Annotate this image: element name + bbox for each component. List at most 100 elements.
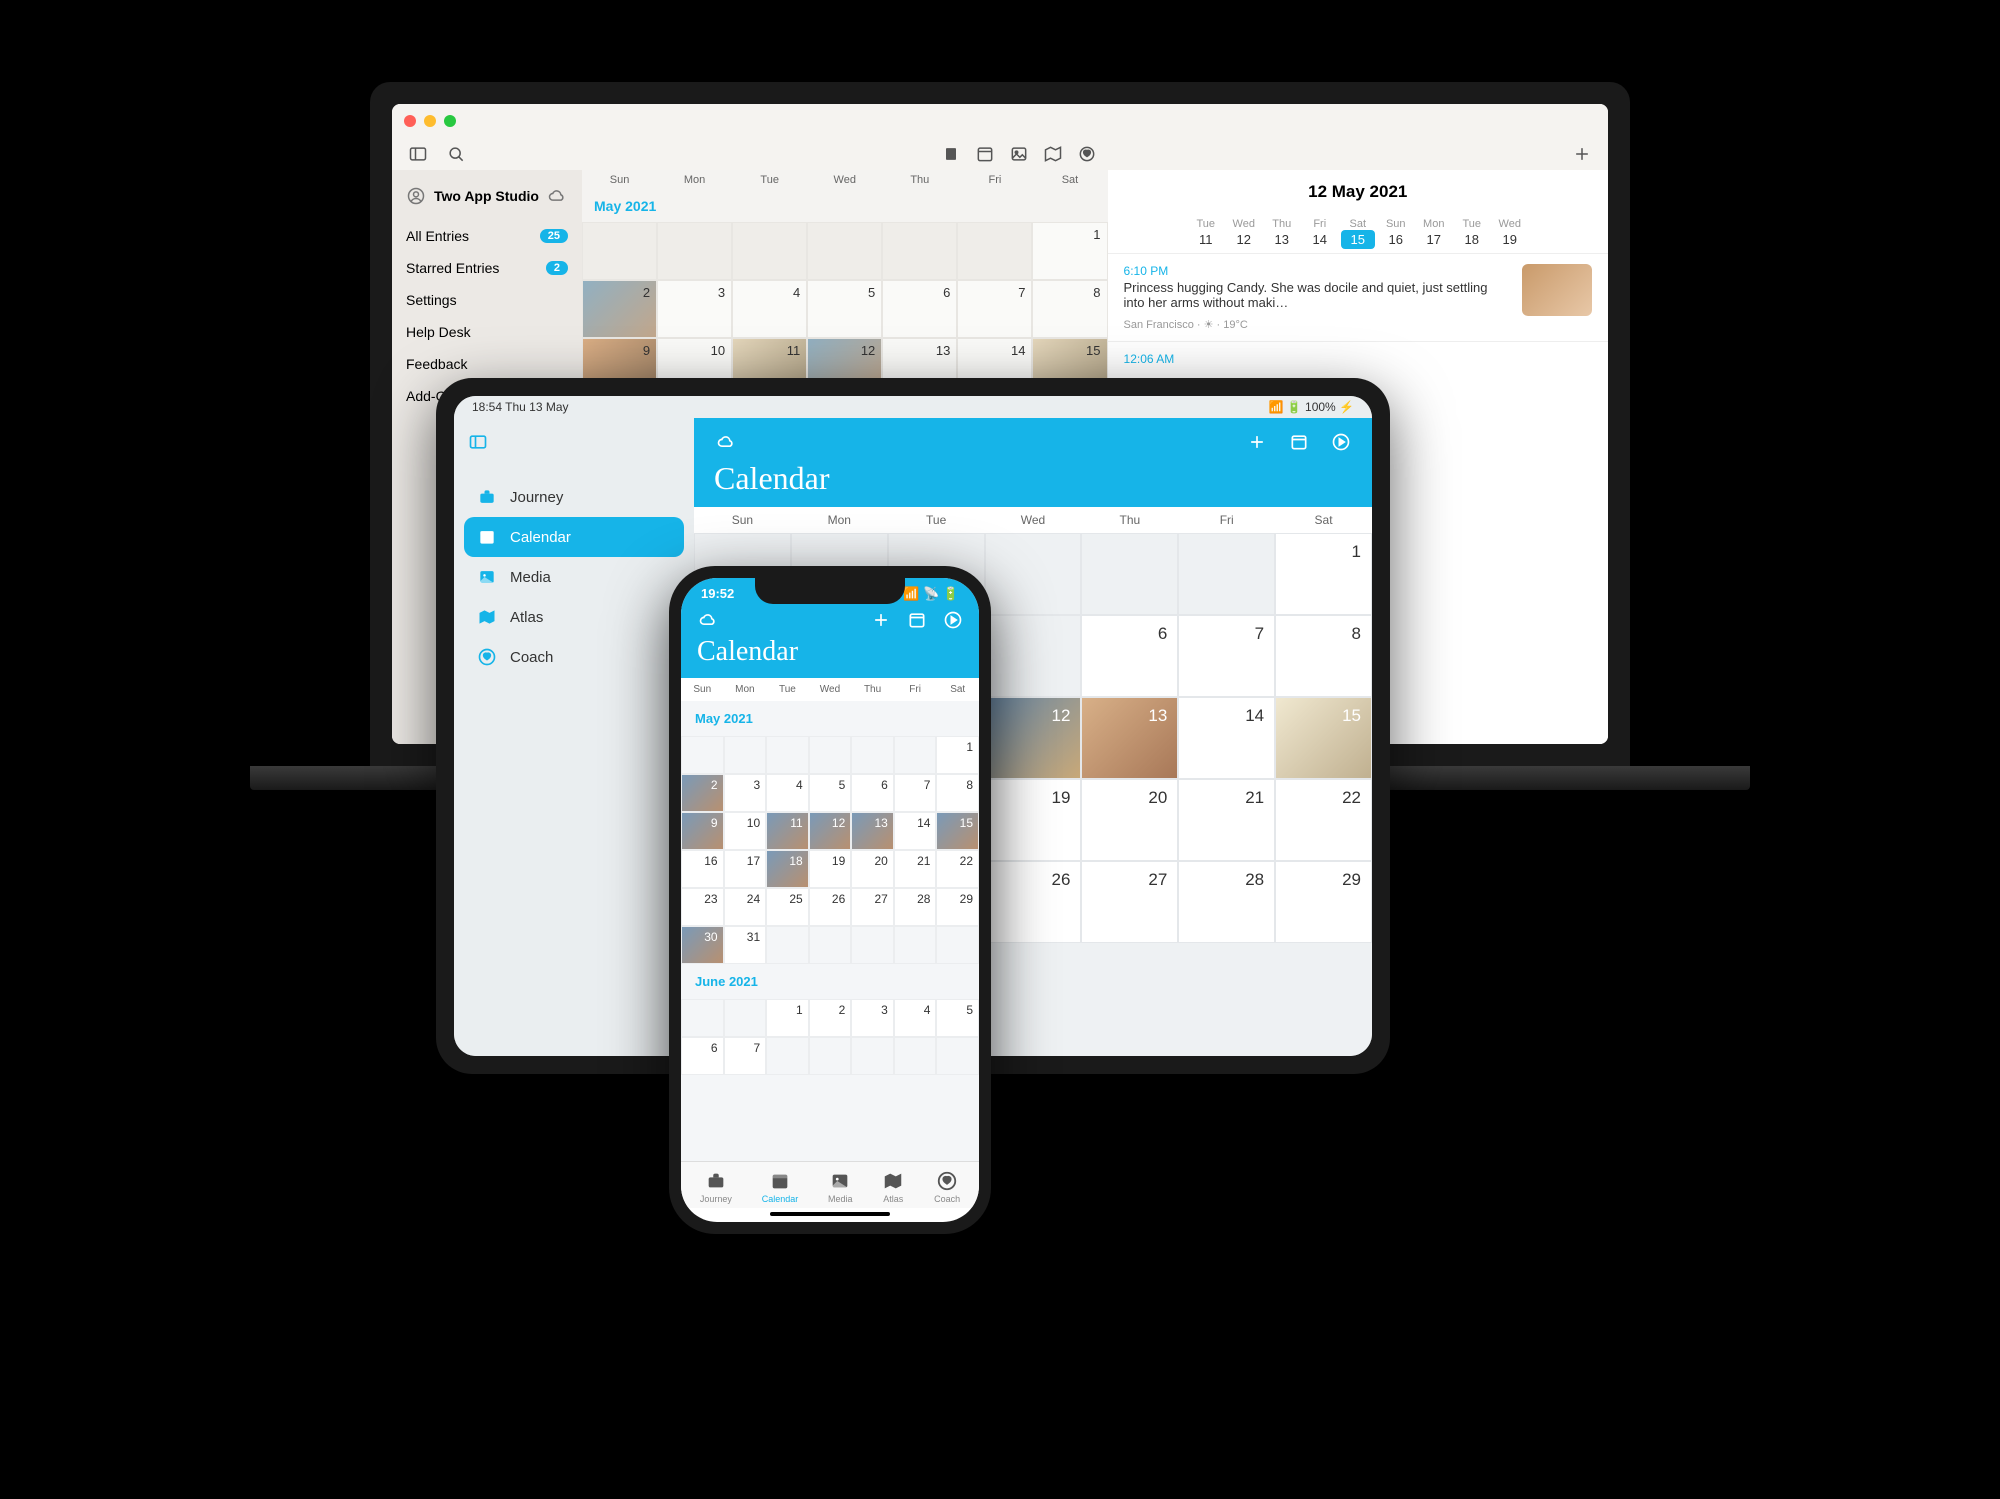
tab-calendar[interactable]: Calendar (762, 1170, 799, 1204)
tab-coach[interactable]: Coach (934, 1170, 960, 1204)
day-pill[interactable]: Sun16 (1379, 218, 1413, 249)
tab-journey[interactable]: Journey (700, 1170, 732, 1204)
home-indicator[interactable] (770, 1212, 890, 1216)
sidebar-toggle-icon[interactable] (408, 144, 428, 164)
calendar-cell[interactable]: 14 (1178, 697, 1275, 779)
add-icon[interactable] (1572, 144, 1592, 164)
calendar-cell[interactable]: 5 (809, 774, 852, 812)
calendar-cell[interactable]: 13 (851, 812, 894, 850)
sidebar-item-atlas[interactable]: Atlas (464, 597, 684, 637)
calendar-cell[interactable]: 5 (936, 999, 979, 1037)
calendar-cell[interactable]: 2 (582, 280, 657, 338)
day-pill[interactable]: Fri14 (1303, 218, 1337, 249)
calendar-cell[interactable]: 21 (894, 850, 937, 888)
calendar-cell[interactable]: 3 (724, 774, 767, 812)
sidebar-item-journey[interactable]: Journey (464, 477, 684, 517)
calendar-cell[interactable]: 8 (1275, 615, 1372, 697)
calendar-cell[interactable]: 19 (809, 850, 852, 888)
calendar-cell[interactable]: 18 (766, 850, 809, 888)
calendar-cell[interactable]: 7 (894, 774, 937, 812)
search-icon[interactable] (446, 144, 466, 164)
calendar-cell[interactable]: 17 (724, 850, 767, 888)
calendar-cell[interactable]: 15 (936, 812, 979, 850)
close-icon[interactable] (404, 115, 416, 127)
journal-entry[interactable]: 6:10 PM Princess hugging Candy. She was … (1108, 253, 1608, 341)
journal-icon[interactable] (941, 144, 961, 164)
calendar-cell[interactable]: 6 (851, 774, 894, 812)
calendar-cell[interactable]: 20 (1081, 779, 1178, 861)
calendar-cell[interactable]: 1 (766, 999, 809, 1037)
calendar-cell[interactable]: 1 (936, 736, 979, 774)
calendar-cell[interactable]: 29 (936, 888, 979, 926)
calendar-cell[interactable]: 28 (894, 888, 937, 926)
today-icon[interactable] (907, 610, 927, 630)
day-pill[interactable]: Tue18 (1455, 218, 1489, 249)
calendar-cell[interactable]: 12 (809, 812, 852, 850)
tab-media[interactable]: Media (828, 1170, 853, 1204)
day-pill[interactable]: Wed19 (1493, 218, 1527, 249)
calendar-cell[interactable]: 26 (985, 861, 1082, 943)
calendar-cell[interactable]: 23 (681, 888, 724, 926)
calendar-cell[interactable]: 6 (681, 1037, 724, 1075)
calendar-cell[interactable]: 30 (681, 926, 724, 964)
sidebar-item[interactable]: Settings (392, 284, 582, 316)
calendar-cell[interactable]: 6 (882, 280, 957, 338)
today-icon[interactable] (1288, 432, 1310, 452)
day-pill[interactable]: Thu13 (1265, 218, 1299, 249)
map-icon[interactable] (1043, 144, 1063, 164)
journal-entry[interactable]: 12:06 AM (1108, 341, 1608, 366)
calendar-cell[interactable]: 28 (1178, 861, 1275, 943)
calendar-cell[interactable]: 31 (724, 926, 767, 964)
add-icon[interactable] (1246, 432, 1268, 452)
tab-atlas[interactable]: Atlas (882, 1170, 904, 1204)
sidebar-item-coach[interactable]: Coach (464, 637, 684, 677)
sidebar-item[interactable]: Help Desk (392, 316, 582, 348)
calendar-cell[interactable]: 6 (1081, 615, 1178, 697)
calendar-cell[interactable]: 14 (894, 812, 937, 850)
calendar-cell[interactable]: 3 (851, 999, 894, 1037)
sidebar-item[interactable]: Feedback (392, 348, 582, 380)
calendar-cell[interactable]: 19 (985, 779, 1082, 861)
calendar-cell[interactable]: 8 (936, 774, 979, 812)
day-pill[interactable]: Wed12 (1227, 218, 1261, 249)
calendar-icon[interactable] (975, 144, 995, 164)
calendar-cell[interactable]: 7 (957, 280, 1032, 338)
calendar-cell[interactable]: 21 (1178, 779, 1275, 861)
day-pill[interactable]: Mon17 (1417, 218, 1451, 249)
day-pill[interactable]: Sat15 (1341, 218, 1375, 249)
maximize-icon[interactable] (444, 115, 456, 127)
calendar-cell[interactable]: 5 (807, 280, 882, 338)
calendar-cell[interactable]: 10 (724, 812, 767, 850)
calendar-cell[interactable]: 9 (681, 812, 724, 850)
calendar-cell[interactable]: 29 (1275, 861, 1372, 943)
calendar-cell[interactable]: 7 (724, 1037, 767, 1075)
play-icon[interactable] (1330, 432, 1352, 452)
calendar-cell[interactable]: 11 (766, 812, 809, 850)
calendar-cell[interactable]: 22 (1275, 779, 1372, 861)
calendar-cell[interactable]: 3 (657, 280, 732, 338)
calendar-cell[interactable]: 13 (1081, 697, 1178, 779)
sidebar-item[interactable]: All Entries25 (392, 220, 582, 252)
calendar-cell[interactable]: 20 (851, 850, 894, 888)
sidebar-toggle-icon[interactable] (468, 432, 488, 452)
calendar-cell[interactable]: 8 (1032, 280, 1107, 338)
calendar-cell[interactable]: 24 (724, 888, 767, 926)
calendar-cell[interactable]: 1 (1275, 533, 1372, 615)
sidebar-item[interactable]: Starred Entries2 (392, 252, 582, 284)
calendar-cell[interactable]: 26 (809, 888, 852, 926)
add-icon[interactable] (871, 610, 891, 630)
sidebar-item-media[interactable]: Media (464, 557, 684, 597)
cloud-icon[interactable] (697, 610, 719, 630)
user-account[interactable]: Two App Studio (392, 180, 582, 220)
cloud-icon[interactable] (714, 432, 738, 452)
heart-icon[interactable] (1077, 144, 1097, 164)
calendar-cell[interactable]: 1 (1032, 222, 1107, 280)
calendar-cell[interactable]: 4 (766, 774, 809, 812)
calendar-cell[interactable]: 27 (851, 888, 894, 926)
calendar-cell[interactable]: 4 (732, 280, 807, 338)
day-pill[interactable]: Tue11 (1189, 218, 1223, 249)
calendar-cell[interactable]: 22 (936, 850, 979, 888)
calendar-cell[interactable]: 15 (1275, 697, 1372, 779)
calendar-cell[interactable]: 7 (1178, 615, 1275, 697)
calendar-cell[interactable]: 4 (894, 999, 937, 1037)
